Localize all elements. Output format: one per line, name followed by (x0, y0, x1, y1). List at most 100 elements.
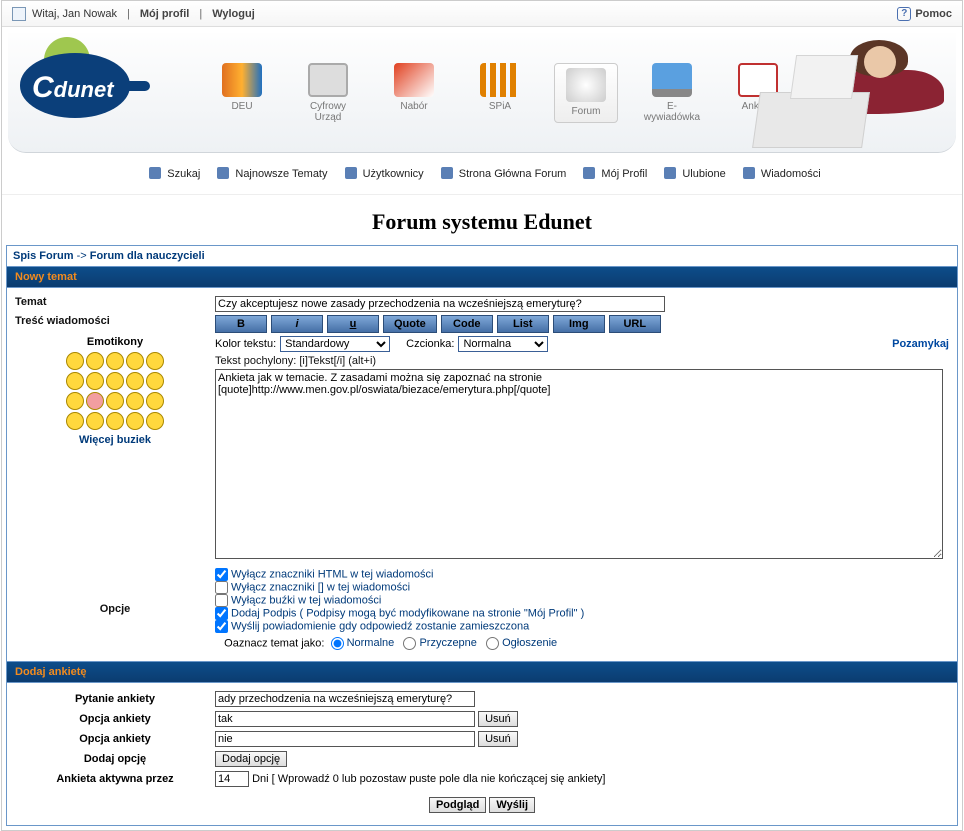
emoticon-icon[interactable] (86, 412, 104, 430)
text-color-select[interactable]: Standardowy (280, 336, 390, 352)
opt-notify-reply[interactable] (215, 620, 228, 633)
emoticon-icon[interactable] (66, 392, 84, 410)
bb-list-button[interactable]: List (497, 315, 549, 333)
bb-bold-button[interactable]: B (215, 315, 267, 333)
mark-sticky-radio[interactable] (403, 637, 416, 650)
app-nabor[interactable]: Nabór (382, 63, 446, 123)
opt-add-signature[interactable] (215, 607, 228, 620)
font-select[interactable]: Normalna (458, 336, 548, 352)
user-icon (12, 7, 26, 21)
poll-question-input[interactable] (215, 691, 475, 707)
app-spia[interactable]: SPiA (468, 63, 532, 123)
add-option-label: Dodaj opcję (15, 753, 215, 765)
submit-button[interactable]: Wyślij (489, 797, 535, 813)
subnav-recent[interactable]: Najnowsze Tematy (235, 168, 327, 180)
emoticon-icon[interactable] (106, 352, 124, 370)
app-deu[interactable]: DEU (210, 63, 274, 123)
bb-underline-button[interactable]: u (327, 315, 379, 333)
poll-option-label: Opcja ankiety (15, 713, 215, 725)
emoticon-icon[interactable] (146, 372, 164, 390)
emoticon-icon[interactable] (66, 352, 84, 370)
opt-disable-smilies[interactable] (215, 594, 228, 607)
forum-subnav: Szukaj Najnowsze Tematy Użytkownicy Stro… (2, 159, 962, 195)
poll-active-label: Ankieta aktywna przez (15, 773, 215, 785)
emoticon-icon[interactable] (126, 412, 144, 430)
emoticon-icon[interactable] (106, 412, 124, 430)
recent-icon (217, 167, 229, 179)
subnav-home[interactable]: Strona Główna Forum (459, 168, 567, 180)
subnav-users[interactable]: Użytkownicy (363, 168, 424, 180)
emoticon-icon[interactable] (146, 392, 164, 410)
topbar: Witaj, Jan Nowak | Mój profil | Wyloguj … (2, 1, 962, 27)
breadcrumb-root[interactable]: Spis Forum (13, 250, 74, 262)
greeting: Witaj, Jan Nowak (32, 8, 117, 20)
emoticon-icon[interactable] (146, 352, 164, 370)
subject-input[interactable] (215, 296, 665, 312)
mark-normal-radio[interactable] (331, 637, 344, 650)
home-icon (441, 167, 453, 179)
emoticon-icon[interactable] (126, 392, 144, 410)
logo: Cdunet (20, 53, 160, 133)
preview-button[interactable]: Podgląd (429, 797, 486, 813)
my-profile-link[interactable]: Mój profil (140, 8, 190, 20)
emoticon-icon[interactable] (126, 352, 144, 370)
header-banner: Cdunet DEU Cyfrowy Urząd Nabór SPiA Foru… (8, 33, 956, 153)
mark-announcement-radio[interactable] (486, 637, 499, 650)
subject-label: Temat (15, 296, 215, 312)
subnav-favorites[interactable]: Ulubione (682, 168, 725, 180)
more-emoticons-link[interactable]: Więcej buziek (15, 434, 215, 446)
app-forum[interactable]: Forum (554, 63, 618, 123)
emoticon-icon[interactable] (66, 412, 84, 430)
users-icon (345, 167, 357, 179)
breadcrumb-forum[interactable]: Forum dla nauczycieli (90, 250, 205, 262)
emoticon-icon[interactable] (86, 392, 104, 410)
subnav-search[interactable]: Szukaj (167, 168, 200, 180)
emoticon-icon[interactable] (146, 412, 164, 430)
app-ewywiadowka[interactable]: E-wywiadówka (640, 63, 704, 123)
font-label: Czcionka: (406, 338, 454, 350)
subnav-profile[interactable]: Mój Profil (601, 168, 647, 180)
bb-code-button[interactable]: Code (441, 315, 493, 333)
bb-url-button[interactable]: URL (609, 315, 661, 333)
text-color-label: Kolor tekstu: (215, 338, 276, 350)
emoticon-icon[interactable] (126, 372, 144, 390)
mark-topic-label: Oaznacz temat jako: (224, 637, 324, 649)
bb-quote-button[interactable]: Quote (383, 315, 437, 333)
bb-italic-button[interactable]: i (271, 315, 323, 333)
breadcrumb: Spis Forum -> Forum dla nauczycieli (7, 246, 957, 266)
body-label: Treść wiadomości (15, 315, 215, 333)
profile-icon (583, 167, 595, 179)
fav-icon (664, 167, 676, 179)
emoticon-icon[interactable] (86, 372, 104, 390)
poll-option-label: Opcja ankiety (15, 733, 215, 745)
help-icon: ? (897, 7, 911, 21)
emoticons-label: Emotikony (15, 336, 215, 348)
remove-option-2-button[interactable]: Usuń (478, 731, 518, 747)
emoticon-icon[interactable] (66, 372, 84, 390)
poll-option-2-input[interactable] (215, 731, 475, 747)
emoticon-grid (60, 352, 170, 430)
message-textarea[interactable] (215, 369, 943, 559)
add-option-button[interactable]: Dodaj opcję (215, 751, 287, 767)
emoticon-icon[interactable] (86, 352, 104, 370)
options-label: Opcje (15, 603, 215, 615)
decorative-person-image (750, 42, 950, 152)
logout-link[interactable]: Wyloguj (212, 8, 255, 20)
poll-question-label: Pytanie ankiety (15, 693, 215, 705)
poll-option-1-input[interactable] (215, 711, 475, 727)
emoticon-icon[interactable] (106, 372, 124, 390)
poll-days-hint: Dni [ Wprowadź 0 lub pozostaw puste pole… (252, 773, 605, 785)
opt-disable-bbcode[interactable] (215, 581, 228, 594)
app-cyfrowy-urzad[interactable]: Cyfrowy Urząd (296, 63, 360, 123)
page-title: Forum systemu Edunet (2, 209, 962, 235)
close-all-tags-link[interactable]: Pozamykaj (892, 338, 949, 350)
search-icon (149, 167, 161, 179)
poll-days-input[interactable] (215, 771, 249, 787)
help-link[interactable]: Pomoc (915, 8, 952, 20)
bb-img-button[interactable]: Img (553, 315, 605, 333)
messages-icon (743, 167, 755, 179)
emoticon-icon[interactable] (106, 392, 124, 410)
subnav-messages[interactable]: Wiadomości (761, 168, 821, 180)
remove-option-1-button[interactable]: Usuń (478, 711, 518, 727)
opt-disable-html[interactable] (215, 568, 228, 581)
